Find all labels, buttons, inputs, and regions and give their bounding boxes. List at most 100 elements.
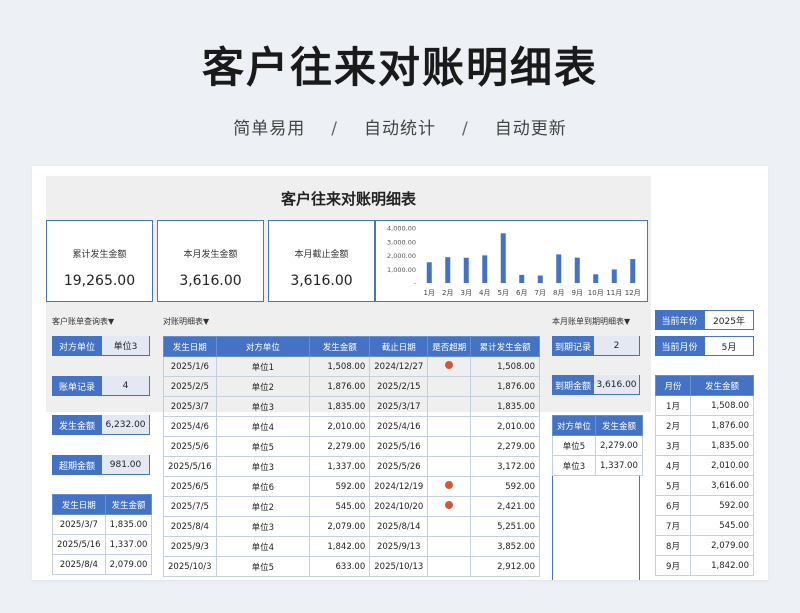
year-value[interactable]: 2025年 — [704, 310, 754, 330]
month-value[interactable]: 5月 — [704, 336, 754, 356]
table-cell: 2025/1/6 — [163, 356, 217, 377]
year-label: 当前年份 — [655, 310, 704, 330]
table-cell: 592.00 — [689, 495, 755, 516]
chart-svg: 4,000.00 3,000.00 2,000.00 1,000.00 -1月 2月 3月 4… — [387, 225, 641, 298]
filter-select[interactable]: 单位3 — [102, 336, 150, 356]
table-row: 4月 2,010.00 — [655, 455, 755, 476]
table-row: 2025/5/16 单位3 1,337.00 2025/5/26 3,172.00 — [163, 456, 540, 477]
table-row: 8月 2,079.00 — [655, 535, 755, 556]
table-cell: 8月 — [655, 535, 691, 556]
table-cell: 2025/3/7 — [52, 514, 106, 535]
x-tick-label: 6月 — [516, 289, 527, 297]
column-header: 月份 — [655, 375, 691, 396]
column-header: 发生金额 — [689, 375, 755, 396]
table-row: 2025/5/16 1,337.00 — [52, 534, 153, 555]
table-cell: 1,508.00 — [470, 356, 540, 377]
column-header: 累计发生金额 — [470, 336, 540, 357]
table-cell: 5,251.00 — [470, 516, 540, 537]
column-header: 发生金额 — [309, 336, 371, 357]
table-cell: 2025/8/4 — [52, 554, 106, 575]
table-row: 2025/10/3 单位5 633.00 2025/10/13 2,912.00 — [163, 556, 540, 577]
filter-label: 对方单位 — [52, 336, 102, 356]
kpi-label: 累计发生金额 — [72, 250, 127, 260]
table-cell: 1,337.00 — [595, 455, 643, 476]
monthly-bar-chart: 4,000.00 3,000.00 2,000.00 1,000.00 -1月 2月 3月 4… — [375, 220, 648, 302]
chart-bar — [556, 254, 562, 283]
amount-value: 6,232.00 — [102, 415, 150, 435]
chart-bar — [574, 257, 580, 283]
due-records-label: 到期记录 — [552, 336, 594, 356]
kpi-card-cutoff: 本月截止金额 3,616.00 — [268, 220, 375, 302]
table-cell: 2025/9/13 — [369, 536, 429, 557]
chart-bar — [463, 257, 469, 283]
column-header: 发生金额 — [595, 415, 643, 436]
table-cell: 2025/10/3 — [163, 556, 217, 577]
query-section-label[interactable]: 客户账单查询表▼ — [52, 316, 114, 327]
table-cell: 单位4 — [215, 416, 311, 437]
table-cell: 2025/3/7 — [163, 396, 217, 417]
table-cell: 1月 — [655, 395, 691, 416]
table-cell: 2,079.00 — [104, 554, 153, 575]
table-cell: 2025/5/16 — [163, 456, 217, 477]
overdue-cell — [427, 436, 472, 457]
table-cell: 7月 — [655, 515, 691, 536]
table-cell: 2025/4/16 — [369, 416, 429, 437]
table-row: 1月 1,508.00 — [655, 395, 755, 416]
table-cell: 592.00 — [470, 476, 540, 497]
records-value: 4 — [102, 376, 150, 396]
table-cell: 单位1 — [215, 356, 311, 377]
table-cell: 3,616.00 — [689, 475, 755, 496]
table-cell: 单位3 — [551, 455, 597, 476]
table-row: 2025/6/5 单位6 592.00 2024/12/19 592.00 — [163, 476, 540, 497]
table-cell: 1,835.00 — [689, 435, 755, 456]
table-row: 9月 1,842.00 — [655, 555, 755, 576]
overdue-value: 981.00 — [102, 455, 150, 475]
overdue-cell — [427, 476, 472, 497]
table-row: 5月 3,616.00 — [655, 475, 755, 496]
due-section-label[interactable]: 本月账单到期明细表▼ — [552, 316, 630, 327]
table-cell: 9月 — [655, 555, 691, 576]
table-cell: 1,337.00 — [309, 456, 371, 477]
overdue-cell — [427, 356, 472, 377]
x-tick-label: 12月 — [625, 289, 641, 297]
kpi-value: 3,616.00 — [290, 273, 353, 289]
amount-label: 发生金额 — [52, 415, 102, 435]
kpi-label: 本月截止金额 — [294, 250, 349, 260]
kpi-card-month: 本月发生金额 3,616.00 — [157, 220, 264, 302]
table-cell: 2025/10/13 — [369, 556, 429, 577]
table-cell: 2025/6/5 — [163, 476, 217, 497]
overdue-label: 超期金额 — [52, 455, 102, 475]
table-cell: 545.00 — [689, 515, 755, 536]
hero-subtitle: 简单易用 / 自动统计 / 自动更新 — [0, 114, 800, 139]
table-cell: 4月 — [655, 455, 691, 476]
chart-bar — [500, 233, 506, 283]
table-cell: 1,876.00 — [470, 376, 540, 397]
table-cell: 545.00 — [309, 496, 371, 517]
column-header: 发生日期 — [52, 494, 106, 515]
hero-title: 客户往来对账明细表 — [201, 43, 598, 92]
table-row: 6月 592.00 — [655, 495, 755, 516]
table-cell: 2,010.00 — [470, 416, 540, 437]
table-cell: 1,876.00 — [309, 376, 371, 397]
table-cell: 2025/5/26 — [369, 456, 429, 477]
table-cell: 1,508.00 — [689, 395, 755, 416]
table-row: 2025/8/4 单位3 2,079.00 2025/8/14 5,251.00 — [163, 516, 540, 537]
detail-section-label[interactable]: 对账明细表▼ — [163, 316, 209, 327]
subtitle-item: 简单易用 — [233, 119, 306, 139]
table-row: 2025/3/7 1,835.00 — [52, 514, 153, 535]
x-tick-label: 9月 — [572, 289, 583, 297]
table-row: 2025/4/6 单位4 2,010.00 2025/4/16 2,010.00 — [163, 416, 540, 437]
table-cell: 1,876.00 — [689, 415, 755, 436]
table-cell: 6月 — [655, 495, 691, 516]
table-cell: 2025/3/17 — [369, 396, 429, 417]
query-result-table: 发生日期 发生金额 2025/3/7 1,835.00 2025/5/16 1,33… — [52, 494, 153, 575]
table-cell: 1,835.00 — [104, 514, 153, 535]
column-header: 截止日期 — [369, 336, 429, 357]
table-row: 3月 1,835.00 — [655, 435, 755, 456]
due-amount-value: 3,616.00 — [594, 375, 640, 395]
table-row: 2025/1/6 单位1 1,508.00 2024/12/27 1,508.00 — [163, 356, 540, 377]
table-cell: 单位2 — [215, 496, 311, 517]
chart-bar — [593, 274, 599, 283]
y-tick-label: 3,000.00 — [387, 238, 416, 246]
table-cell: 1,835.00 — [470, 396, 540, 417]
